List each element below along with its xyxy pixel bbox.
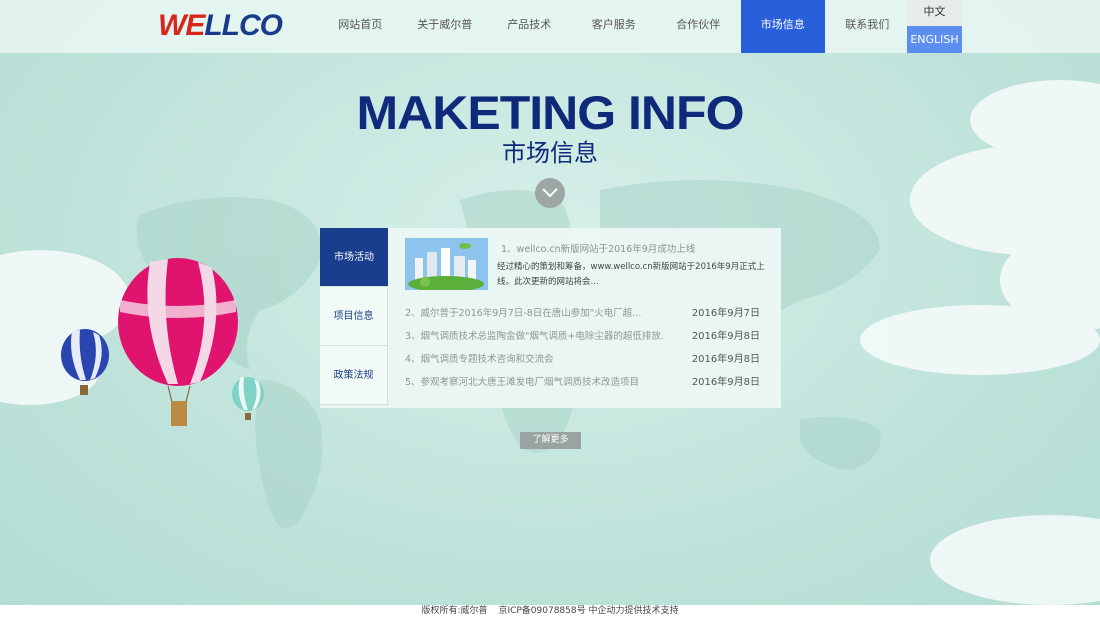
page-title-cn: 市场信息: [502, 139, 598, 167]
news-item-date: 2016年9月8日: [691, 331, 760, 342]
site-footer: 版权所有:威尔普 京ICP备09078858号 中企动力提供技术支持: [0, 605, 1100, 618]
tab-policy[interactable]: 政策法规: [320, 346, 388, 405]
news-item-title[interactable]: 3、烟气调质技术总监陶金做"烟气调质+电除尘器的超低排放...: [405, 325, 665, 348]
news-item[interactable]: 4、烟气调质专题技术咨询和交流会 2016年9月8日: [405, 348, 775, 371]
nav-item-about[interactable]: 关于威尔普: [403, 0, 488, 53]
footer-icp[interactable]: 京ICP备09078858号 中企动力提供技术支持: [498, 606, 678, 616]
news-item-date: 2016年9月8日: [691, 377, 760, 388]
tab-market-activity[interactable]: 市场活动: [320, 228, 388, 287]
learn-more-button[interactable]: 了解更多: [520, 432, 581, 449]
featured-news-title[interactable]: 1、wellco.cn新版网站于2016年9月成功上线: [501, 241, 771, 255]
nav-item-service[interactable]: 客户服务: [572, 0, 657, 53]
news-list-area: 1、wellco.cn新版网站于2016年9月成功上线 经过精心的策划和筹备，w…: [405, 238, 775, 394]
nav-item-contact[interactable]: 联系我们: [825, 0, 910, 53]
site-header: WELLCO 网站首页 关于威尔普 产品技术 客户服务 合作伙伴 市场信息 联系…: [0, 0, 1100, 53]
news-item[interactable]: 2、威尔普于2016年9月7日-8日在唐山参加"火电厂超... 2016年9月7…: [405, 302, 775, 325]
news-tabs: 市场活动 项目信息 政策法规: [320, 228, 388, 408]
tab-project-info[interactable]: 项目信息: [320, 287, 388, 346]
chevron-down-icon: [542, 188, 558, 198]
news-item-title[interactable]: 4、烟气调质专题技术咨询和交流会: [405, 348, 665, 371]
news-thumbnail[interactable]: [405, 238, 488, 290]
news-panel: 市场活动 项目信息 政策法规 1、wellco.cn新版网站于2016年9月成功…: [320, 228, 781, 408]
city-thumbnail-icon: [405, 238, 488, 290]
lang-chinese-button[interactable]: 中文: [907, 0, 962, 26]
nav-item-partners[interactable]: 合作伙伴: [656, 0, 741, 53]
footer-copyright: 版权所有:威尔普: [421, 606, 488, 616]
news-item-title[interactable]: 2、威尔普于2016年9月7日-8日在唐山参加"火电厂超...: [405, 302, 665, 325]
news-item[interactable]: 5、参观考察河北大唐王滩发电厂烟气调质技术改造项目 2016年9月8日: [405, 371, 775, 394]
nav-item-products[interactable]: 产品技术: [487, 0, 572, 53]
nav-item-market-info[interactable]: 市场信息: [740, 0, 825, 53]
news-item-date: 2016年9月8日: [691, 354, 760, 365]
news-item-date: 2016年9月7日: [691, 308, 760, 319]
wellco-logo[interactable]: WELLCO: [158, 11, 286, 41]
language-switcher: 中文 ENGLISH: [907, 0, 962, 53]
lang-english-button[interactable]: ENGLISH: [907, 26, 962, 53]
news-list: 2、威尔普于2016年9月7日-8日在唐山参加"火电厂超... 2016年9月7…: [405, 302, 775, 394]
news-item-title[interactable]: 5、参观考察河北大唐王滩发电厂烟气调质技术改造项目: [405, 371, 665, 394]
balloon-large-icon: [118, 258, 238, 426]
main-nav: 网站首页 关于威尔普 产品技术 客户服务 合作伙伴 市场信息 联系我们: [318, 0, 910, 53]
scroll-down-button[interactable]: [535, 178, 565, 208]
featured-news-desc: 经过精心的策划和筹备，www.wellco.cn新版网站于2016年9月正式上线…: [497, 262, 765, 287]
nav-item-home[interactable]: 网站首页: [318, 0, 403, 53]
featured-news: 1、wellco.cn新版网站于2016年9月成功上线 经过精心的策划和筹备，w…: [405, 238, 775, 298]
news-item[interactable]: 3、烟气调质技术总监陶金做"烟气调质+电除尘器的超低排放... 2016年9月8…: [405, 325, 775, 348]
